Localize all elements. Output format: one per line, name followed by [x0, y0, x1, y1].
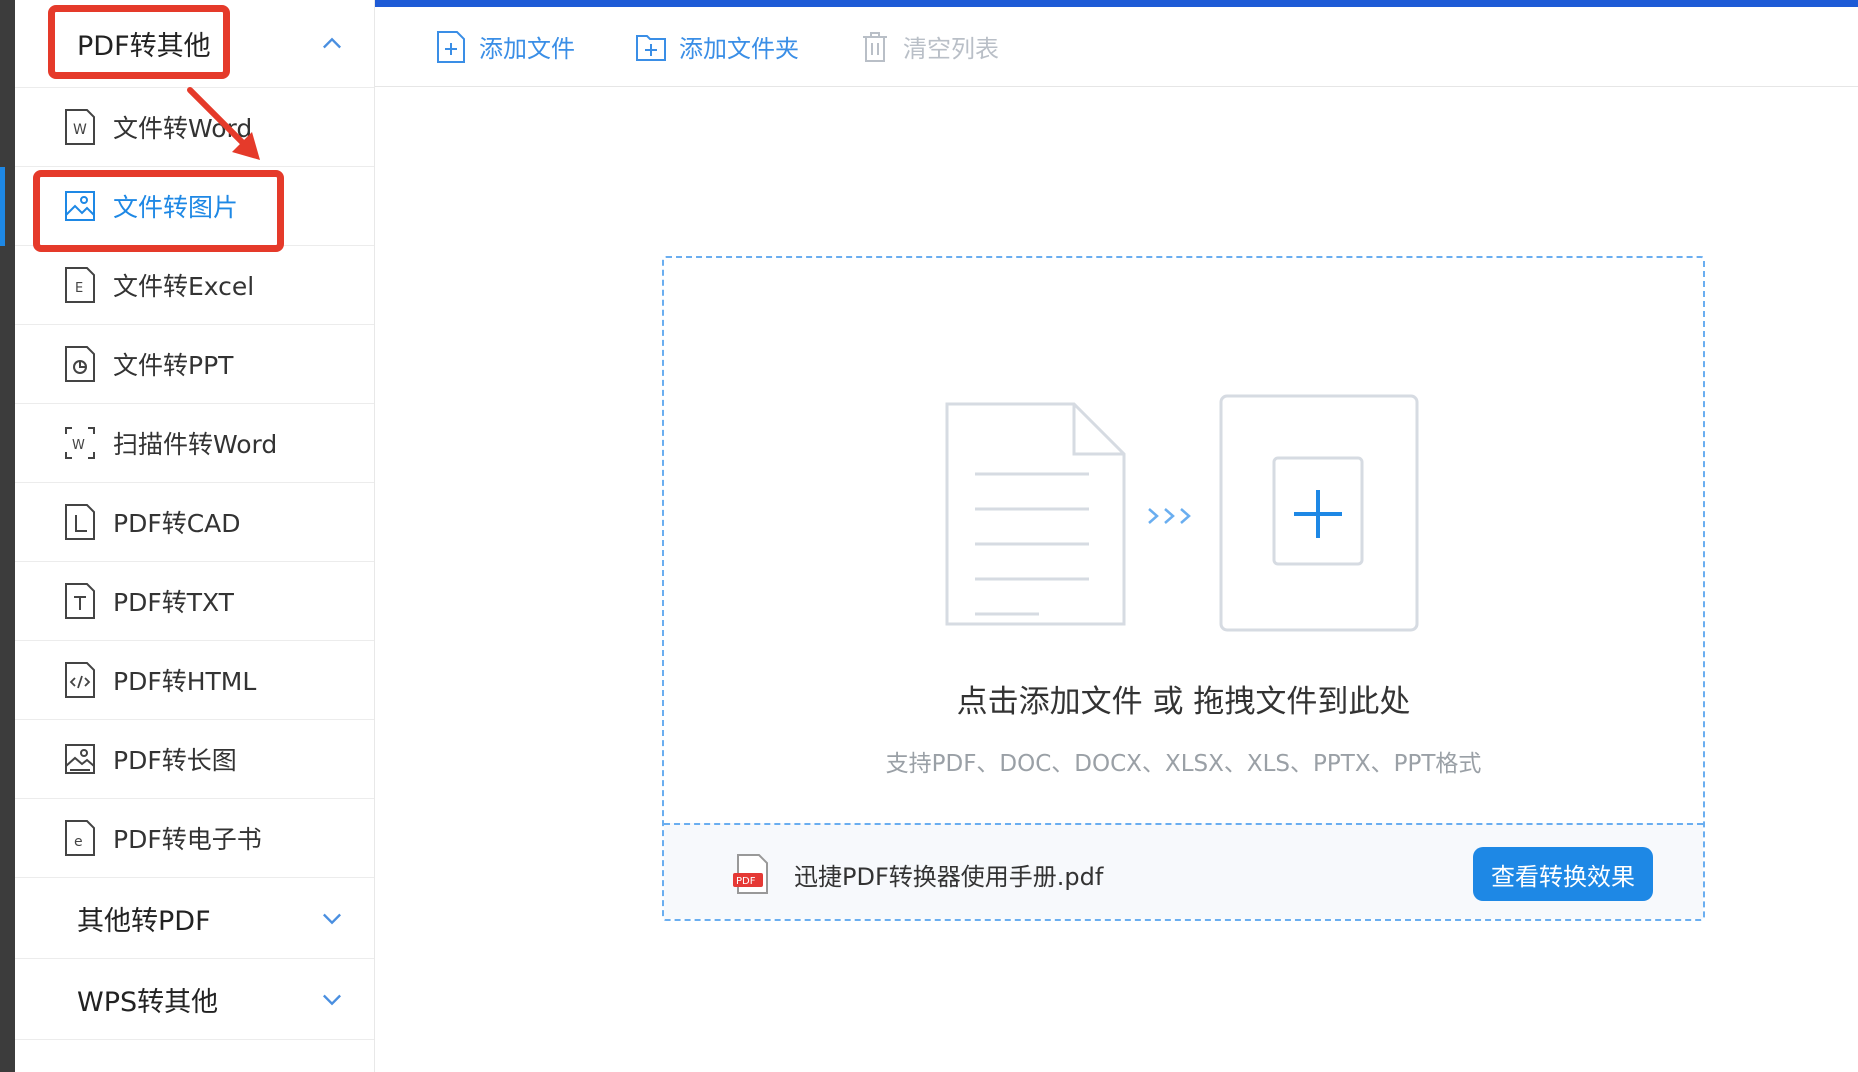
clear-list-label: 清空列表	[903, 35, 999, 63]
svg-text:PDF: PDF	[736, 876, 756, 887]
long-image-icon	[65, 744, 95, 774]
sidebar-item-label: 文件转PPT	[113, 351, 234, 380]
pdf-file-icon: PDF	[733, 854, 768, 894]
add-folder-label: 添加文件夹	[679, 35, 799, 63]
sidebar-item-pdf-to-long-image[interactable]: PDF转长图	[15, 720, 374, 799]
sidebar-item-file-to-image[interactable]: 文件转图片	[0, 167, 374, 246]
sidebar-item-file-to-ppt[interactable]: 文件转PPT	[15, 325, 374, 404]
sidebar-item-pdf-to-cad[interactable]: PDF转CAD	[15, 483, 374, 562]
main-panel: 添加文件 添加文件夹 清空列表 点击添加文件 或 拖拽文件到此处 支持PDF、D…	[375, 0, 1858, 1072]
add-folder-button[interactable]: 添加文件夹	[635, 29, 799, 64]
chevron-down-icon	[323, 913, 341, 925]
word-doc-icon: W	[65, 109, 95, 145]
file-list-row: PDF 迅捷PDF转换器使用手册.pdf 查看转换效果	[664, 823, 1703, 919]
group-pdf-to-other[interactable]: PDF转其他	[15, 0, 374, 88]
group-other-to-pdf[interactable]: 其他转PDF	[15, 878, 374, 959]
ebook-doc-icon: e	[65, 820, 95, 856]
chevron-down-icon	[323, 994, 341, 1006]
sidebar-item-label: PDF转长图	[113, 746, 237, 775]
txt-doc-icon	[65, 583, 95, 619]
cad-doc-icon	[65, 504, 95, 540]
svg-text:W: W	[72, 438, 85, 453]
view-conversion-result-button[interactable]: 查看转换效果	[1473, 847, 1653, 901]
sidebar-item-label: 文件转图片	[113, 193, 239, 222]
group-label: PDF转其他	[77, 31, 211, 62]
drop-zone-title: 点击添加文件 或 拖拽文件到此处	[956, 684, 1411, 720]
scan-word-icon: W	[65, 427, 95, 459]
add-folder-icon	[636, 34, 666, 61]
sidebar-item-pdf-to-html[interactable]: PDF转HTML	[15, 641, 374, 720]
trash-icon	[863, 31, 887, 62]
sidebar-item-file-to-excel[interactable]: E 文件转Excel	[15, 246, 374, 325]
add-file-icon	[437, 30, 465, 63]
add-file-button[interactable]: 添加文件	[435, 29, 575, 64]
sidebar-item-label: PDF转HTML	[113, 667, 257, 696]
group-label: 其他转PDF	[77, 905, 211, 937]
sidebar-item-label: 扫描件转Word	[113, 430, 278, 459]
supported-formats-text: 支持PDF、DOC、DOCX、XLSX、XLS、PPTX、PPT格式	[885, 751, 1482, 777]
file-drop-zone[interactable]: 点击添加文件 或 拖拽文件到此处 支持PDF、DOC、DOCX、XLSX、XLS…	[662, 256, 1705, 921]
excel-doc-icon: E	[65, 267, 95, 303]
ppt-doc-icon	[65, 346, 95, 382]
sidebar-item-scan-to-word[interactable]: W 扫描件转Word	[15, 404, 374, 483]
app-window: PDF转其他 W 文件转Word 文件转图片 E 文件转Excel 文件转PPT…	[0, 0, 1858, 1072]
sidebar-item-label: PDF转TXT	[113, 588, 234, 617]
clear-list-button[interactable]: 清空列表	[859, 29, 999, 64]
sidebar: PDF转其他 W 文件转Word 文件转图片 E 文件转Excel 文件转PPT…	[0, 0, 375, 1072]
sidebar-item-pdf-to-txt[interactable]: PDF转TXT	[15, 562, 374, 641]
image-doc-icon	[65, 191, 95, 221]
toolbar: 添加文件 添加文件夹 清空列表	[375, 7, 1858, 87]
sidebar-item-pdf-to-ebook[interactable]: e PDF转电子书	[15, 799, 374, 878]
convert-illustration-icon	[945, 394, 1419, 632]
window-edge	[0, 0, 15, 1072]
sidebar-item-label: 文件转Word	[113, 114, 253, 143]
html-doc-icon	[65, 662, 95, 698]
sidebar-item-label: PDF转电子书	[113, 825, 262, 854]
svg-text:E: E	[75, 281, 83, 296]
group-wps-to-other[interactable]: WPS转其他	[15, 959, 374, 1040]
sidebar-item-file-to-word[interactable]: W 文件转Word	[15, 88, 374, 167]
file-name: 迅捷PDF转换器使用手册.pdf	[794, 863, 1104, 891]
chevron-up-icon	[323, 37, 341, 48]
sidebar-item-label: 文件转Excel	[113, 272, 255, 301]
add-file-label: 添加文件	[479, 35, 575, 63]
svg-text:W: W	[73, 122, 87, 138]
sidebar-item-label: PDF转CAD	[113, 509, 241, 538]
svg-text:e: e	[74, 834, 83, 850]
top-accent-bar	[375, 0, 1858, 7]
group-label: WPS转其他	[77, 986, 219, 1018]
